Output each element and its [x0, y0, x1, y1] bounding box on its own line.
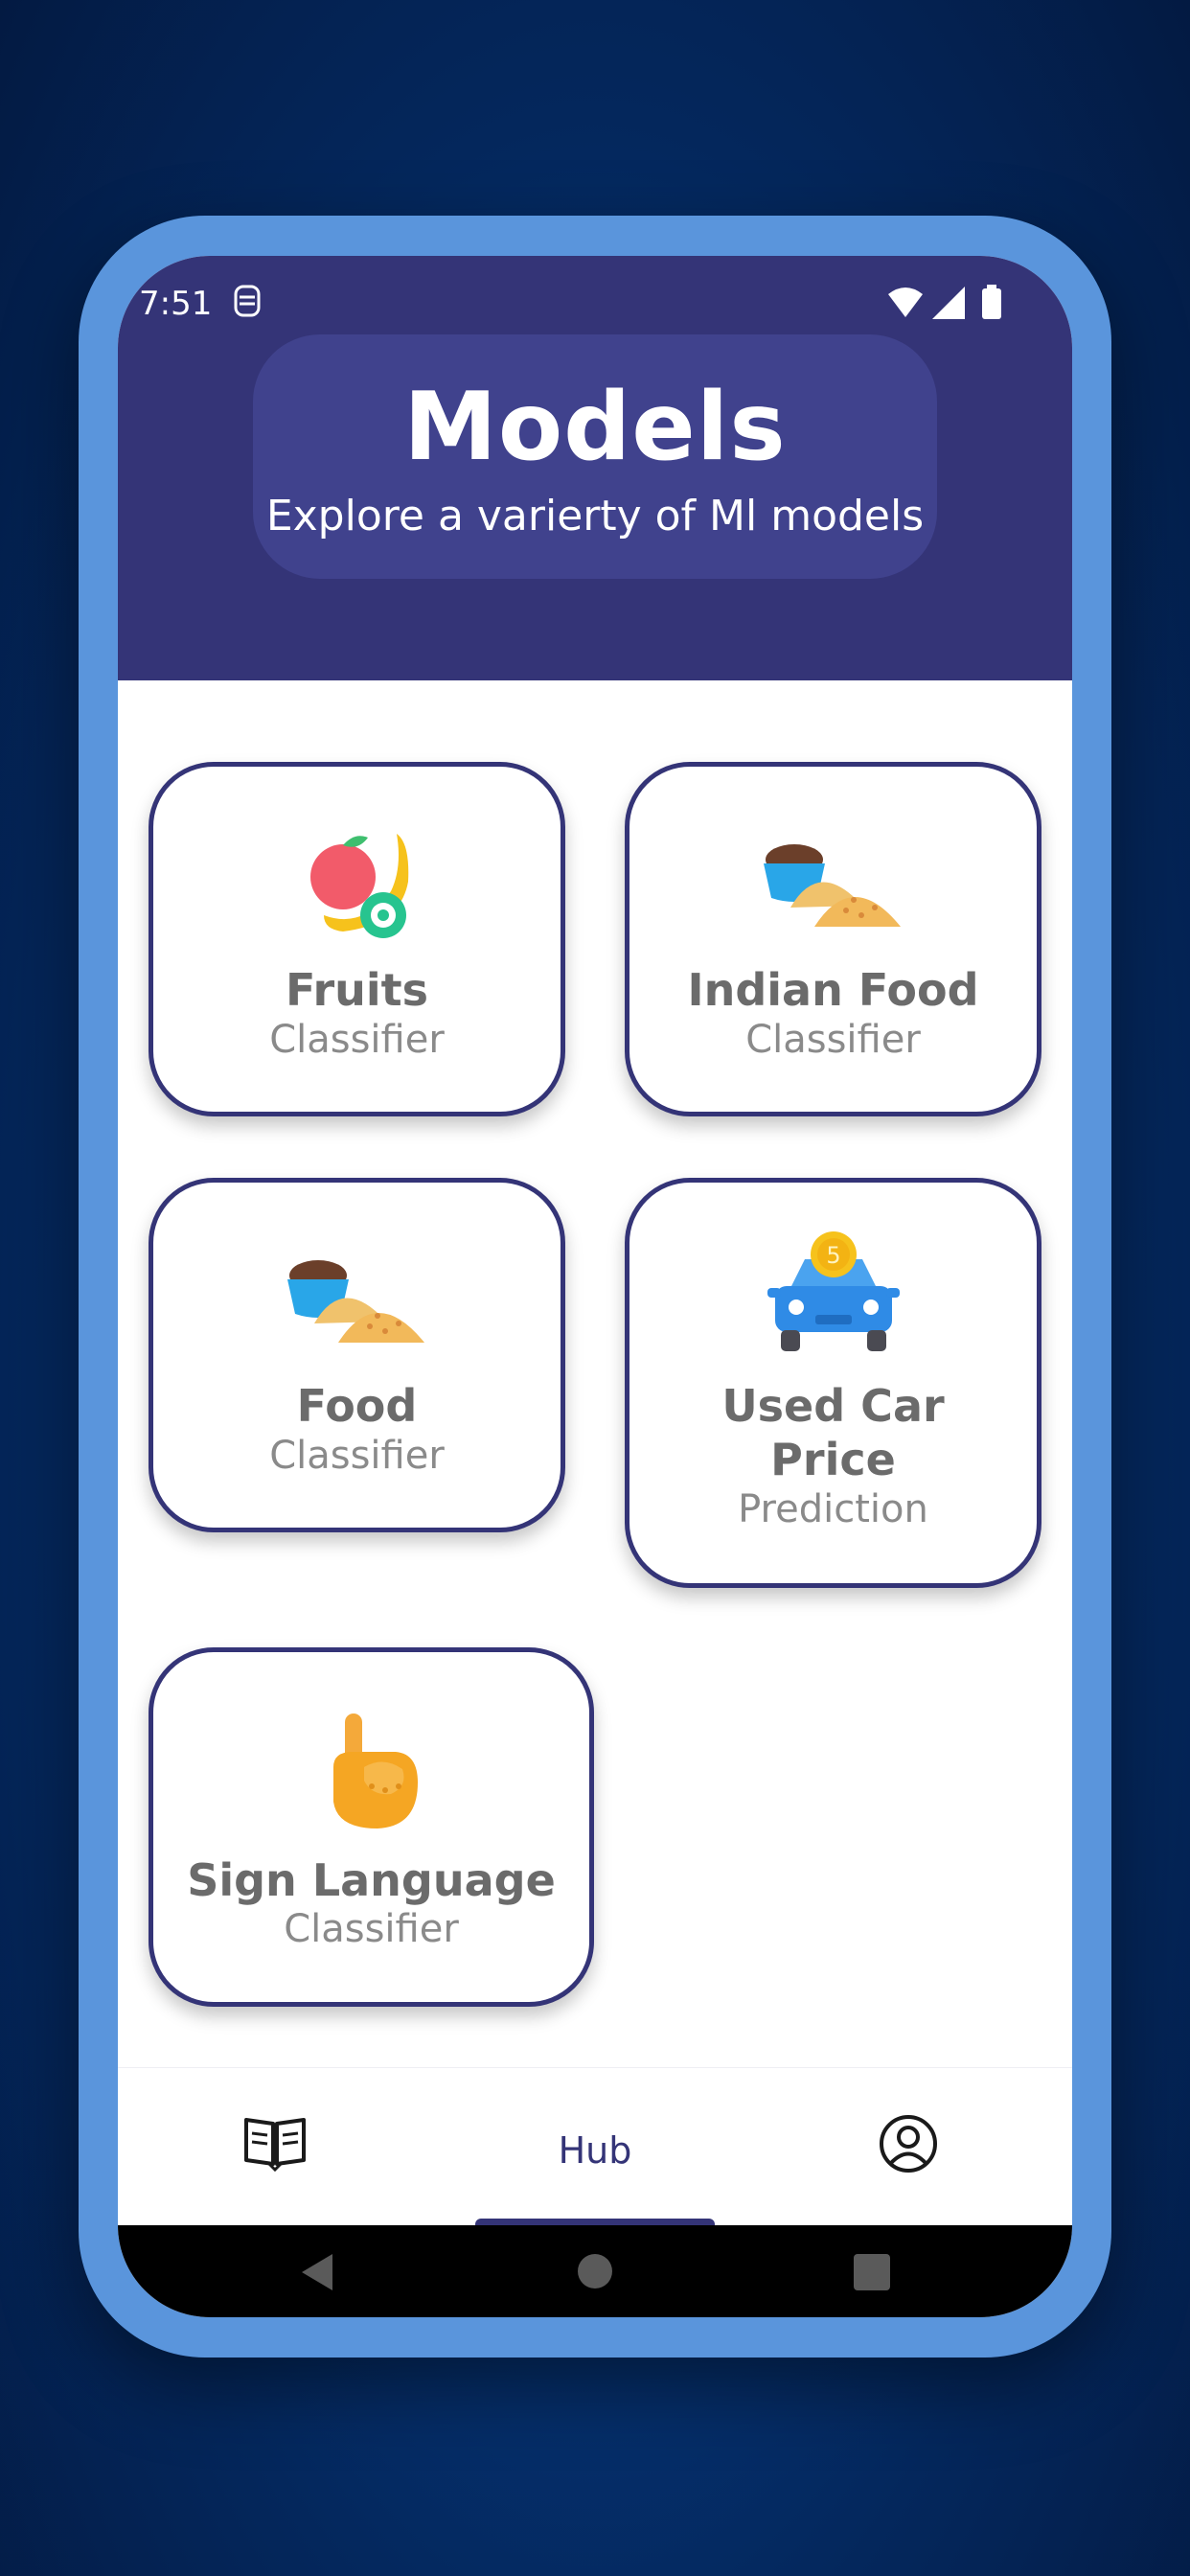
back-icon[interactable] — [298, 2252, 336, 2292]
device-frame: 7:51 Models Explore a varierty of Ml mod… — [79, 216, 1111, 2358]
model-name-line2: Price — [770, 1434, 896, 1485]
model-name: Sign Language — [187, 1854, 556, 1906]
svg-text:5: 5 — [826, 1242, 840, 1269]
bottom-navigation: Hub — [118, 2067, 1072, 2228]
fruits-icon — [309, 834, 408, 938]
model-name: Indian Food — [687, 964, 979, 1016]
notification-icon — [234, 285, 261, 317]
model-kind: Classifier — [284, 1907, 459, 1951]
indian-food-icon — [763, 844, 901, 927]
model-card-food[interactable]: Food Classifier — [149, 1178, 565, 1532]
model-card-fruits[interactable]: Fruits Classifier — [149, 762, 565, 1116]
status-time: 7:51 — [139, 285, 213, 323]
battery-icon — [982, 288, 1001, 319]
system-navigation-bar — [118, 2225, 1072, 2317]
header: 7:51 Models Explore a varierty of Ml mod… — [118, 256, 1072, 680]
model-kind: Classifier — [745, 1018, 921, 1062]
recents-icon[interactable] — [854, 2254, 890, 2290]
model-card-sign-language[interactable]: Sign Language Classifier — [149, 1647, 594, 2007]
model-name: Food — [296, 1380, 418, 1432]
food-icon — [286, 1260, 424, 1343]
page-title: Models — [403, 373, 787, 482]
signal-icon — [932, 287, 965, 319]
model-card-indian-food[interactable]: Indian Food Classifier — [625, 762, 1041, 1116]
app-screen: 7:51 Models Explore a varierty of Ml mod… — [118, 256, 1072, 2317]
model-name: Fruits — [285, 964, 429, 1016]
status-icons — [888, 285, 1001, 319]
model-kind: Classifier — [269, 1018, 445, 1062]
sign-hand-icon — [332, 1714, 418, 1828]
wifi-icon — [888, 288, 923, 317]
model-kind: Classifier — [269, 1434, 445, 1478]
page-subtitle: Explore a varierty of Ml models — [265, 492, 925, 540]
model-card-used-car-price[interactable]: 5 Used Car Price Prediction — [625, 1178, 1041, 1588]
model-kind: Prediction — [738, 1487, 928, 1531]
car-coin-icon: 5 — [767, 1231, 900, 1351]
home-icon[interactable] — [576, 2252, 614, 2290]
profile-icon[interactable] — [879, 2114, 938, 2174]
model-name-line1: Used Car — [721, 1380, 945, 1432]
title-card: Models Explore a varierty of Ml models — [253, 334, 937, 579]
